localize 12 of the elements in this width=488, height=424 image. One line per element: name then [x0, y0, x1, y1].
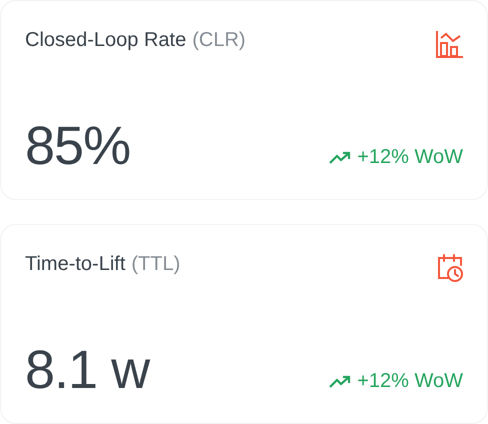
metric-value: 8.1 w [25, 343, 150, 397]
metric-name: Closed-Loop Rate [25, 29, 186, 52]
trend-up-icon [329, 150, 352, 164]
metric-abbreviation: (CLR) [192, 29, 246, 52]
trend-up-icon [329, 374, 352, 388]
trend-text: +12% WoW [357, 370, 463, 393]
metric-value: 85% [25, 119, 130, 173]
metric-name: Time-to-Lift [25, 253, 126, 276]
calendar-clock-icon [435, 253, 465, 283]
bar-chart-icon [435, 29, 465, 59]
metric-abbreviation: (TTL) [131, 253, 180, 276]
trend-text: +12% WoW [357, 146, 463, 169]
